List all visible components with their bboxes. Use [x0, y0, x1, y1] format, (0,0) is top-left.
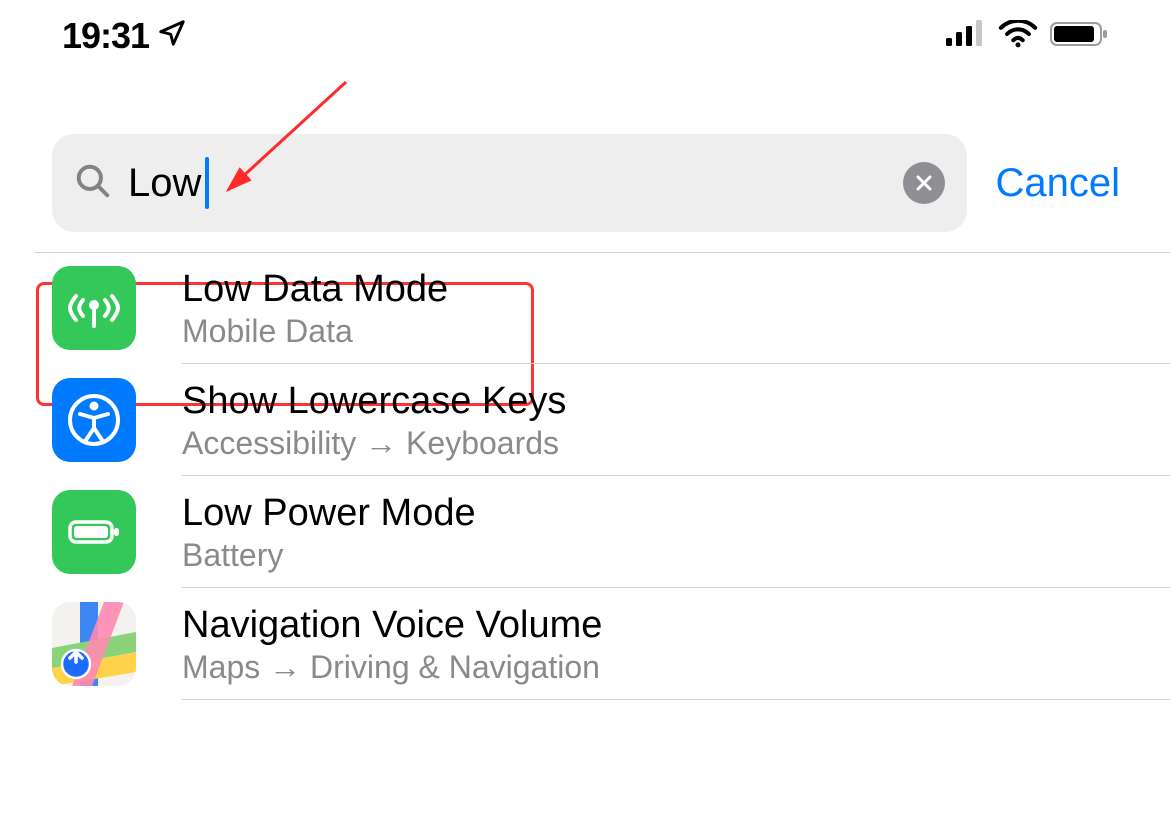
- battery-icon: [1050, 20, 1110, 53]
- status-time: 19:31: [62, 15, 149, 57]
- battery-icon: [52, 490, 136, 574]
- status-bar: 19:31: [0, 0, 1170, 72]
- result-subtitle: Maps → Driving & Navigation: [182, 649, 602, 686]
- result-labels: Low Data Mode Mobile Data: [182, 266, 448, 350]
- result-low-data-mode[interactable]: Low Data Mode Mobile Data: [52, 252, 1170, 364]
- result-labels: Navigation Voice Volume Maps → Driving &…: [182, 602, 602, 686]
- search-query-text: Low: [128, 161, 201, 206]
- status-left: 19:31: [62, 15, 187, 57]
- result-title: Low Data Mode: [182, 268, 448, 311]
- close-icon: [914, 173, 934, 193]
- search-icon: [74, 162, 112, 205]
- search-results: Low Data Mode Mobile Data Show Lowercase…: [52, 252, 1170, 700]
- cellular-icon: [946, 20, 986, 53]
- result-title: Low Power Mode: [182, 492, 476, 535]
- accessibility-icon: [52, 378, 136, 462]
- result-subtitle: Battery: [182, 537, 476, 574]
- divider: [34, 252, 1170, 253]
- result-title: Navigation Voice Volume: [182, 604, 602, 647]
- result-title: Show Lowercase Keys: [182, 380, 566, 423]
- cancel-button[interactable]: Cancel: [995, 161, 1138, 206]
- result-subtitle: Mobile Data: [182, 313, 448, 350]
- result-labels: Low Power Mode Battery: [182, 490, 476, 574]
- result-show-lowercase-keys[interactable]: Show Lowercase Keys Accessibility → Keyb…: [52, 364, 1170, 476]
- result-low-power-mode[interactable]: Low Power Mode Battery: [52, 476, 1170, 588]
- maps-icon: [52, 602, 136, 686]
- result-labels: Show Lowercase Keys Accessibility → Keyb…: [182, 378, 566, 462]
- search-input[interactable]: Low: [128, 157, 887, 209]
- search-row: Low Cancel: [0, 134, 1170, 232]
- cellular-data-icon: [52, 266, 136, 350]
- clear-search-button[interactable]: [903, 162, 945, 204]
- divider: [182, 699, 1170, 700]
- wifi-icon: [998, 20, 1038, 53]
- status-right: [946, 20, 1110, 53]
- result-navigation-voice-volume[interactable]: Navigation Voice Volume Maps → Driving &…: [52, 588, 1170, 700]
- text-caret: [205, 157, 209, 209]
- search-field[interactable]: Low: [52, 134, 967, 232]
- location-icon: [157, 15, 187, 57]
- result-subtitle: Accessibility → Keyboards: [182, 425, 566, 462]
